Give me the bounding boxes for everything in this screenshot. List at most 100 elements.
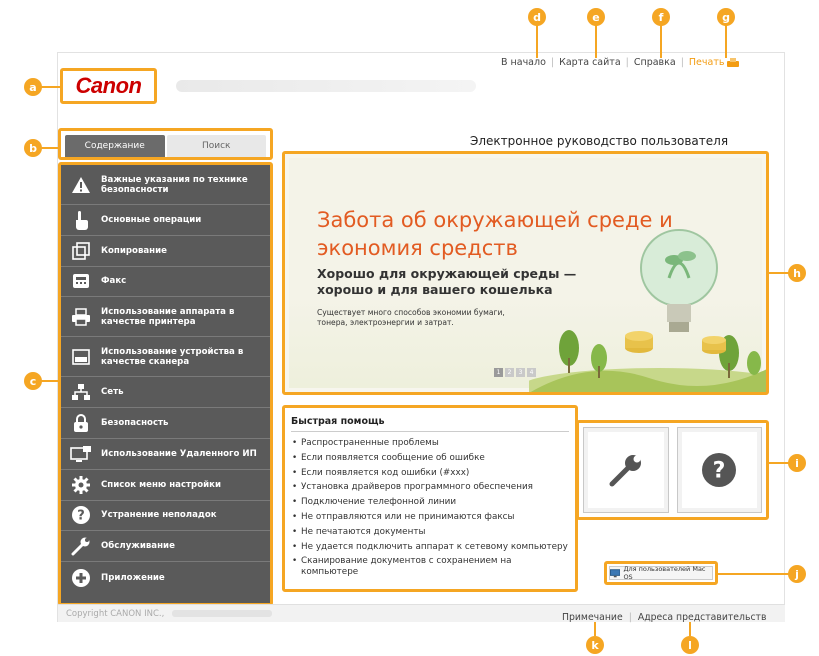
- svg-text:?: ?: [713, 459, 726, 484]
- sidebar-item-remote-ui[interactable]: Использование Удаленного ИП: [61, 439, 270, 470]
- lock-icon: [69, 413, 93, 433]
- callout-line-b: [40, 147, 58, 149]
- sidebar-item-label: Важные указания по технике безопасности: [101, 174, 248, 195]
- sidebar-item-settings-menu[interactable]: Список меню настройки: [61, 470, 270, 501]
- quick-help-title: Быстрая помощь: [291, 416, 569, 432]
- plus-icon: [69, 568, 93, 588]
- banner-page-4[interactable]: 4: [527, 368, 536, 377]
- callout-e: e: [587, 8, 605, 26]
- callout-line-e: [595, 22, 597, 58]
- notes-link[interactable]: Примечание: [562, 612, 623, 623]
- sidebar-item-safety[interactable]: Важные указания по технике безопасности: [61, 165, 270, 205]
- copy-icon: [69, 241, 93, 261]
- sidebar-item-printer[interactable]: Использование аппарата в качестве принте…: [61, 297, 270, 338]
- banner-inner: Забота об окружающей среде и экономия ср…: [289, 158, 766, 392]
- sidebar-item-scanner[interactable]: Использование устройства в качестве скан…: [61, 337, 270, 378]
- callout-a: a: [24, 78, 42, 96]
- callout-line-g: [725, 22, 727, 58]
- sidebar-item-basic-operations[interactable]: Основные операции: [61, 205, 270, 236]
- sitemap-link[interactable]: Карта сайта: [554, 57, 626, 68]
- question-icon: ?: [702, 453, 737, 487]
- fax-icon: [69, 271, 93, 291]
- sidebar-item-label: Факс: [101, 276, 127, 287]
- sidebar-item-label: Сеть: [101, 387, 124, 398]
- top-links: В начало | Карта сайта | Справка | Печат…: [496, 57, 744, 68]
- sidebar-item-maintenance[interactable]: Обслуживание: [61, 531, 270, 563]
- quick-help-link[interactable]: Если появляется код ошибки (#xxx): [291, 468, 569, 479]
- wrench-icon: [609, 455, 641, 487]
- mac-users-button[interactable]: Для пользователей Mac OS: [604, 561, 718, 585]
- copyright-blurred: [172, 610, 273, 617]
- home-link[interactable]: В начало: [496, 57, 551, 68]
- callout-line-h: [769, 272, 789, 274]
- troubleshooting-button[interactable]: ?: [676, 427, 762, 513]
- contents-sidebar: Важные указания по технике безопасности …: [58, 162, 273, 606]
- callout-line-a: [40, 86, 60, 88]
- help-link[interactable]: Справка: [629, 57, 681, 68]
- product-title-blurred: [176, 80, 476, 92]
- callout-l: l: [681, 636, 699, 654]
- banner-page-2[interactable]: 2: [505, 368, 514, 377]
- quick-help-link[interactable]: Если появляется сообщение об ошибке: [291, 453, 569, 464]
- network-icon: [69, 382, 93, 402]
- sidebar-item-troubleshooting[interactable]: ? Устранение неполадок: [61, 501, 270, 532]
- link-separator: |: [628, 612, 632, 623]
- logo-text: Canon: [75, 73, 142, 98]
- tab-search[interactable]: Поиск: [166, 135, 266, 157]
- wrench-icon: [69, 536, 93, 556]
- callout-line-i: [769, 462, 789, 464]
- page-title: Электронное руководство пользователя: [470, 134, 729, 148]
- question-icon: ?: [69, 505, 93, 525]
- callout-d: d: [528, 8, 546, 26]
- callout-line-c: [40, 380, 58, 382]
- sidebar-item-label: Основные операции: [101, 214, 202, 225]
- sidebar-item-copy[interactable]: Копирование: [61, 236, 270, 267]
- sidebar-item-appendix[interactable]: Приложение: [61, 562, 270, 593]
- print-icon: [727, 57, 740, 68]
- monitor-icon: [610, 568, 621, 577]
- sidebar-item-fax[interactable]: Факс: [61, 267, 270, 298]
- sidebar-item-label: Приложение: [101, 572, 165, 583]
- sidebar-item-network[interactable]: Сеть: [61, 377, 270, 409]
- quick-help-link[interactable]: Распространенные проблемы: [291, 438, 569, 449]
- callout-f: f: [652, 8, 670, 26]
- banner-illustration: [529, 229, 766, 392]
- print-link-label: Печать: [688, 57, 725, 68]
- callout-line-k: [594, 622, 596, 636]
- callout-b: b: [24, 139, 42, 157]
- callout-line-j: [718, 573, 789, 575]
- quick-help-list: Распространенные проблемы Если появляетс…: [291, 438, 569, 577]
- canon-logo[interactable]: Canon: [60, 68, 157, 104]
- svg-text:?: ?: [77, 509, 85, 524]
- sidebar-item-label: Список меню настройки: [101, 479, 221, 490]
- quick-help-link[interactable]: Не отправляются или не принимаются факсы: [291, 512, 569, 523]
- callout-line-d: [536, 22, 538, 58]
- quick-buttons: ?: [576, 420, 769, 520]
- banner-page-3[interactable]: 3: [516, 368, 525, 377]
- printer-icon: [69, 307, 93, 327]
- banner-page-1[interactable]: 1: [494, 368, 503, 377]
- mac-button-inner: Для пользователей Mac OS: [609, 565, 713, 581]
- sidebar-item-label: Безопасность: [101, 418, 169, 429]
- mac-button-label: Для пользователей Mac OS: [623, 565, 706, 581]
- quick-help-panel: Быстрая помощь Распространенные проблемы…: [282, 405, 578, 592]
- warning-icon: [69, 175, 93, 195]
- print-link[interactable]: Печать: [684, 57, 745, 68]
- topic-banner[interactable]: Забота об окружающей среде и экономия ср…: [282, 151, 769, 395]
- banner-text: Существует много способов экономии бумаг…: [317, 308, 505, 327]
- sidebar-item-label: Копирование: [101, 245, 167, 256]
- quick-help-link[interactable]: Сканирование документов с сохранением на…: [291, 556, 569, 577]
- quick-help-link[interactable]: Подключение телефонной линии: [291, 497, 569, 508]
- quick-help-link[interactable]: Не печатаются документы: [291, 527, 569, 538]
- sidebar-item-label: Обслуживание: [101, 541, 175, 552]
- hand-icon: [69, 210, 93, 230]
- callout-i: i: [788, 454, 806, 472]
- quick-help-link[interactable]: Установка драйверов программного обеспеч…: [291, 482, 569, 493]
- scanner-icon: [69, 347, 93, 367]
- addresses-link[interactable]: Адреса представительств: [638, 612, 767, 623]
- sidebar-item-label: Устранение неполадок: [101, 510, 217, 521]
- quick-help-link[interactable]: Не удается подключить аппарат к сетевому…: [291, 542, 569, 553]
- sidebar-item-security[interactable]: Безопасность: [61, 408, 270, 439]
- maintenance-button[interactable]: [583, 427, 669, 513]
- tab-contents[interactable]: Содержание: [65, 135, 165, 157]
